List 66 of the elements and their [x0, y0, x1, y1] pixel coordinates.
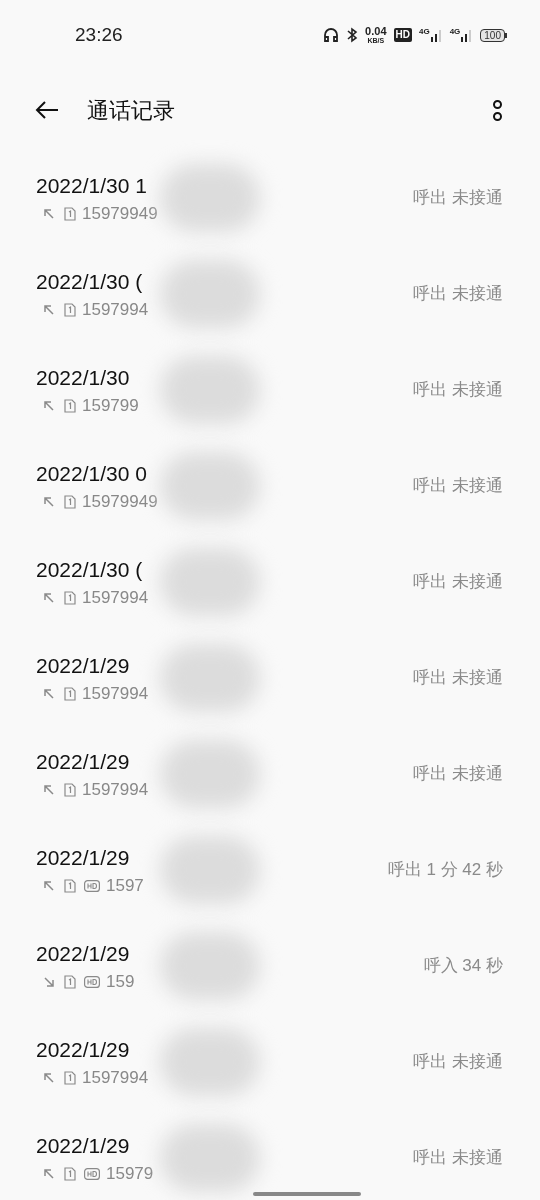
signal-icon [461, 28, 474, 42]
page-title: 通话记录 [87, 96, 175, 125]
network-speed: 0.04 [365, 26, 387, 37]
bluetooth-icon [346, 27, 359, 43]
call-log-row[interactable]: 2022/1/30 1 15979949 呼出 未接通 [0, 150, 540, 246]
sim-card-icon [64, 975, 76, 989]
phone-number: 1597994 [82, 1068, 149, 1088]
network-type: 4G [449, 28, 461, 36]
phone-number: 1597994 [82, 684, 149, 704]
phone-number: 1597994 [82, 780, 149, 800]
sim-card-icon [64, 207, 76, 221]
sim-card-icon [64, 591, 76, 605]
phone-number: 15979949 [82, 492, 158, 512]
battery-icon: 100 [480, 28, 505, 42]
call-date: 2022/1/30 1 [36, 173, 148, 199]
sim-card-icon [64, 1167, 76, 1181]
call-log-row[interactable]: 2022/1/29 15979 呼出 未接通 [0, 1110, 540, 1200]
phone-number: 1597994 [82, 300, 149, 320]
sim-card-icon [64, 399, 76, 413]
call-log-row[interactable]: 2022/1/29 159 呼入 34 秒 [0, 918, 540, 1014]
call-status: 呼出 未接通 [413, 379, 503, 402]
call-date: 2022/1/29 [36, 653, 131, 679]
phone-number: 15979 [106, 1164, 154, 1184]
phone-number: 1597 [106, 876, 144, 896]
call-log-row[interactable]: 2022/1/29 1597 呼出 1 分 42 秒 [0, 822, 540, 918]
sim-card-icon [64, 495, 76, 509]
call-log-row[interactable]: 2022/1/30 0 15979949 呼出 未接通 [0, 438, 540, 534]
call-date: 2022/1/29 [36, 749, 131, 775]
call-date: 2022/1/29 [36, 941, 131, 967]
sim-card-icon [64, 879, 76, 893]
call-date: 2022/1/30 ( [36, 557, 144, 583]
call-status: 呼出 未接通 [413, 667, 503, 690]
network-type: 4G [418, 28, 430, 36]
call-status: 呼出 未接通 [413, 571, 503, 594]
sim-card-icon [64, 303, 76, 317]
call-date: 2022/1/30 ( [36, 269, 144, 295]
hd-badge: HD [393, 28, 412, 42]
call-log-row[interactable]: 2022/1/30 ( 1597994 呼出 未接通 [0, 246, 540, 342]
phone-number: 159799 [82, 396, 139, 416]
call-date: 2022/1/29 [36, 845, 131, 871]
phone-number: 15979949 [82, 204, 158, 224]
call-log-row[interactable]: 2022/1/29 1597994 呼出 未接通 [0, 1014, 540, 1110]
call-status: 呼出 未接通 [413, 763, 503, 786]
call-status: 呼出 未接通 [413, 1051, 503, 1074]
sim-card-icon [64, 1071, 76, 1085]
sim-card-icon [64, 687, 76, 701]
headphones-icon [323, 27, 340, 43]
call-status: 呼出 未接通 [413, 283, 503, 306]
sim-card-icon [64, 783, 76, 797]
call-date: 2022/1/29 [36, 1133, 131, 1159]
call-date: 2022/1/30 0 [36, 461, 148, 487]
call-date: 2022/1/29 [36, 1037, 131, 1063]
call-log-row[interactable]: 2022/1/29 1597994 呼出 未接通 [0, 726, 540, 822]
call-status: 呼出 1 分 42 秒 [387, 859, 503, 882]
phone-number: 1597994 [82, 588, 149, 608]
call-status: 呼出 未接通 [413, 475, 503, 498]
clock-time: 23:26 [75, 22, 123, 47]
call-status: 呼出 未接通 [413, 1147, 503, 1170]
call-status: 呼出 未接通 [413, 187, 503, 210]
call-date: 2022/1/30 [36, 365, 131, 391]
call-log-row[interactable]: 2022/1/29 1597994 呼出 未接通 [0, 630, 540, 726]
call-log-row[interactable]: 2022/1/30 ( 1597994 呼出 未接通 [0, 534, 540, 630]
phone-number: 159 [106, 972, 135, 992]
signal-icon [430, 28, 443, 42]
call-log-row[interactable]: 2022/1/30 159799 呼出 未接通 [0, 342, 540, 438]
call-status: 呼入 34 秒 [423, 955, 503, 978]
